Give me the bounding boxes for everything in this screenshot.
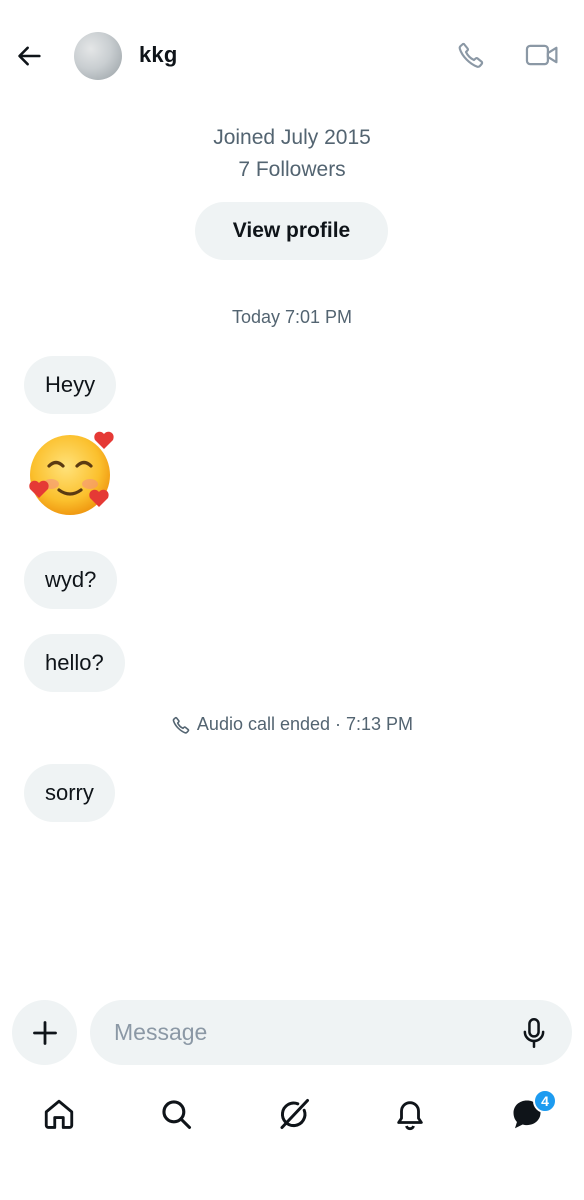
messages-badge: 4 — [533, 1089, 557, 1113]
message-bubble[interactable]: hello? — [24, 634, 125, 692]
avatar[interactable] — [74, 32, 122, 80]
back-arrow-icon — [18, 46, 41, 66]
notifications-bell-icon — [397, 1101, 423, 1131]
joined-date: Joined July 2015 — [213, 126, 371, 149]
message-composer — [0, 998, 584, 1068]
video-call-button[interactable] — [522, 36, 562, 74]
add-attachment-button[interactable] — [12, 1000, 77, 1065]
username[interactable]: kkg — [139, 42, 178, 68]
message-emoji[interactable] — [24, 428, 118, 522]
nav-notifications[interactable] — [386, 1092, 434, 1136]
conversation-timestamp: Today 7:01 PM — [231, 307, 353, 327]
followers-count: 7 Followers — [238, 158, 346, 181]
nav-grok[interactable] — [270, 1092, 318, 1136]
video-camera-icon — [525, 44, 558, 66]
profile-info: Joined July 2015 7 Followers — [0, 122, 584, 186]
phone-icon — [172, 716, 190, 734]
message-bubble[interactable]: wyd? — [24, 551, 118, 609]
back-button[interactable] — [12, 38, 48, 74]
bottom-navigation — [0, 1082, 584, 1146]
view-profile-button[interactable]: View profile — [195, 202, 388, 260]
message-input[interactable] — [114, 1000, 504, 1065]
phone-icon — [458, 42, 484, 68]
search-icon — [162, 1100, 192, 1130]
call-ended-notice: Audio call ended · 7:13 PM — [0, 714, 584, 735]
voice-message-button[interactable] — [518, 1016, 550, 1050]
message-bubble[interactable]: sorry — [24, 764, 115, 822]
conversation-header: kkg — [0, 0, 584, 112]
call-ended-text: Audio call ended · 7:13 PM — [196, 714, 414, 734]
message-bubble[interactable]: Heyy — [24, 356, 117, 414]
plus-icon — [32, 1020, 57, 1045]
audio-call-button[interactable] — [452, 36, 490, 74]
message-box — [90, 1000, 572, 1065]
grok-icon — [280, 1099, 309, 1129]
nav-home[interactable] — [35, 1092, 83, 1136]
smiling-face-with-hearts-icon — [29, 431, 114, 515]
microphone-icon — [523, 1018, 545, 1048]
home-icon — [44, 1099, 74, 1129]
nav-search[interactable] — [152, 1092, 200, 1136]
